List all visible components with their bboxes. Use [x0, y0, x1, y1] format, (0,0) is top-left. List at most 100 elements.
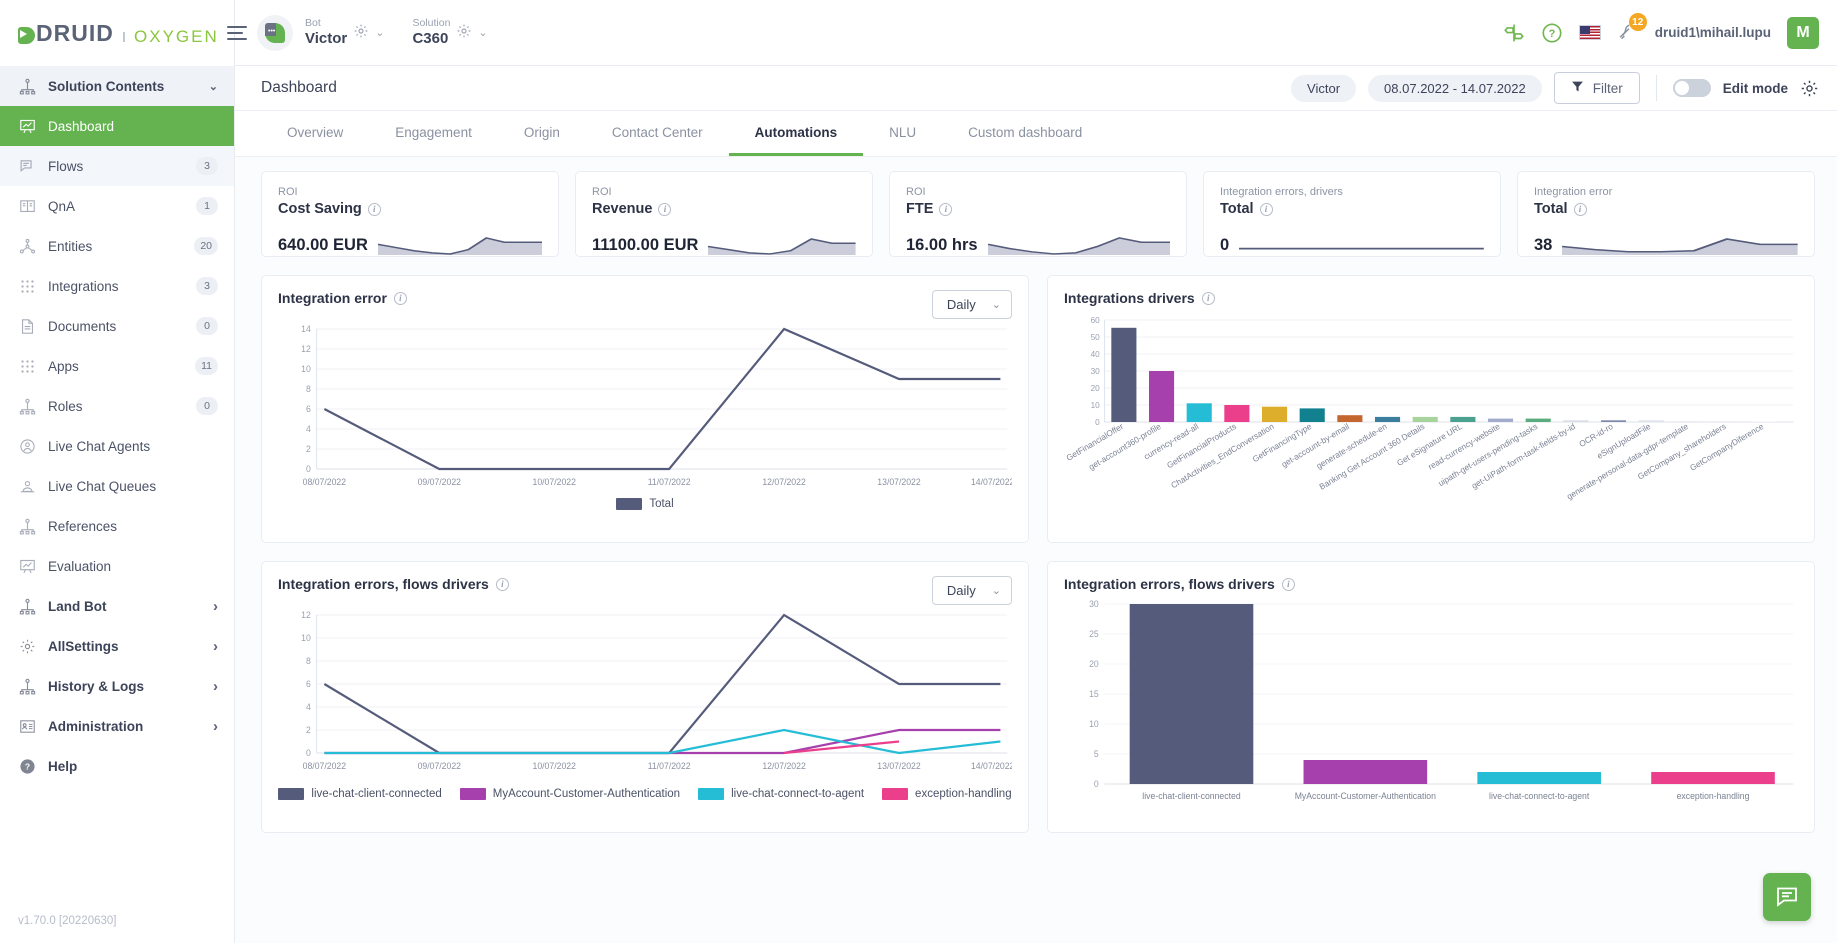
help-circle-icon[interactable]: ?: [1541, 22, 1563, 44]
sidebar-item-live-chat-queues[interactable]: Live Chat Queues: [0, 466, 234, 506]
tab-overview[interactable]: Overview: [261, 111, 369, 156]
chat-launcher-button[interactable]: [1763, 873, 1811, 921]
legend-item[interactable]: live-chat-client-connected: [278, 788, 442, 800]
sidebar-item-integrations[interactable]: Integrations 3: [0, 266, 234, 306]
sidebar-item-entities[interactable]: Entities 20: [0, 226, 234, 266]
sidebar-item-label: Roles: [48, 398, 83, 414]
kpi-card-fte[interactable]: ROI FTE i 16.00 hrs: [889, 171, 1187, 257]
info-icon[interactable]: i: [393, 291, 407, 305]
sidebar-item-land-bot[interactable]: Land Bot ›: [0, 586, 234, 626]
tab-automations[interactable]: Automations: [728, 111, 864, 156]
chevron-right-icon[interactable]: ›: [213, 718, 218, 735]
chevron-right-icon[interactable]: ›: [213, 638, 218, 655]
kpi-card-integration-errors-drivers[interactable]: Integration errors, drivers Total i 0: [1203, 171, 1501, 257]
svg-text:13/07/2022: 13/07/2022: [877, 477, 920, 487]
brand-name: DRUID: [18, 20, 114, 47]
chevron-down-icon[interactable]: ⌄: [375, 26, 384, 39]
gear-icon[interactable]: [353, 23, 369, 43]
sidebar-item-live-chat-agents[interactable]: Live Chat Agents: [0, 426, 234, 466]
avatar[interactable]: M: [1787, 16, 1819, 49]
us-flag-icon[interactable]: [1578, 25, 1601, 40]
sidebar-item-label: Apps: [48, 358, 79, 374]
signpost-icon[interactable]: [1503, 22, 1525, 44]
info-icon[interactable]: i: [939, 202, 953, 216]
kpi-card-revenue[interactable]: ROI Revenue i 11100.00 EUR: [575, 171, 873, 257]
info-icon[interactable]: i: [658, 202, 672, 216]
edit-mode-toggle[interactable]: [1672, 79, 1711, 97]
tab-custom-dashboard[interactable]: Custom dashboard: [942, 111, 1108, 156]
sitemap-icon: [18, 597, 36, 615]
sidebar-item-documents[interactable]: Documents 0: [0, 306, 234, 346]
brand-logo[interactable]: DRUID I OXYGEN: [18, 20, 219, 47]
svg-text:live-chat-client-connected: live-chat-client-connected: [1142, 791, 1240, 801]
tab-contact-center[interactable]: Contact Center: [586, 111, 729, 156]
gear-icon[interactable]: [1800, 79, 1819, 98]
kpi-card-cost-saving[interactable]: ROI Cost Saving i 640.00 EUR: [261, 171, 559, 257]
legend-label: Total: [649, 498, 674, 510]
granularity-dropdown[interactable]: Daily ⌄: [931, 576, 1012, 605]
filter-button[interactable]: Filter: [1553, 72, 1640, 104]
kpi-name: Total: [1220, 201, 1254, 217]
legend-label: live-chat-connect-to-agent: [731, 788, 865, 800]
book-icon: [18, 197, 36, 215]
info-icon[interactable]: i: [367, 202, 381, 216]
sidebar-item-solution-contents[interactable]: Solution Contents ⌄: [0, 66, 234, 106]
sitemap-icon: [18, 397, 36, 415]
legend-item[interactable]: Total: [616, 498, 674, 510]
gear-icon[interactable]: [456, 23, 472, 43]
solution-selector[interactable]: Solution C360 ⌄: [412, 17, 487, 49]
sitemap-icon: [18, 517, 36, 535]
sidebar-item-label: Entities: [48, 238, 93, 254]
flows-drivers-legend: live-chat-client-connected MyAccount-Cus…: [278, 788, 1012, 800]
svg-text:40: 40: [1091, 349, 1100, 359]
info-icon[interactable]: i: [1201, 291, 1215, 305]
sidebar-item-allsettings[interactable]: AllSettings ›: [0, 626, 234, 666]
kpi-card-integration-error-total[interactable]: Integration error Total i 38: [1517, 171, 1815, 257]
sidebar-item-flows[interactable]: Flows 3: [0, 146, 234, 186]
sidebar-item-references[interactable]: References: [0, 506, 234, 546]
legend-item[interactable]: exception-handling: [882, 788, 1012, 800]
username-label[interactable]: druid1\mihail.lupu: [1655, 25, 1771, 40]
sidebar-item-history-logs[interactable]: History & Logs ›: [0, 666, 234, 706]
bot-filter-pill[interactable]: Victor: [1291, 74, 1357, 102]
tab-engagement[interactable]: Engagement: [369, 111, 498, 156]
info-icon[interactable]: i: [495, 577, 509, 591]
sidebar-item-apps[interactable]: Apps 11: [0, 346, 234, 386]
legend-swatch: [459, 788, 486, 800]
sidebar-badge: 0: [196, 397, 218, 415]
sidebar-item-help[interactable]: ? Help: [0, 746, 234, 786]
info-icon[interactable]: i: [1573, 202, 1587, 216]
chevron-down-icon[interactable]: ⌄: [478, 26, 487, 39]
svg-text:09/07/2022: 09/07/2022: [418, 761, 461, 771]
kpi-category: Integration error: [1534, 186, 1613, 198]
info-icon[interactable]: i: [1259, 202, 1273, 216]
legend-item[interactable]: live-chat-connect-to-agent: [698, 788, 864, 800]
top-bar-actions: ? 12 druid1\mihail.lupu M: [1503, 13, 1819, 49]
bot-selector[interactable]: Bot Victor ⌄: [305, 17, 384, 49]
svg-text:14/07/2022: 14/07/2022: [971, 477, 1012, 487]
svg-text:12/07/2022: 12/07/2022: [762, 477, 805, 487]
sidebar-item-administration[interactable]: Administration ›: [0, 706, 234, 746]
chevron-right-icon[interactable]: ›: [213, 598, 218, 615]
chevron-down-icon[interactable]: ⌄: [209, 80, 218, 93]
legend-item[interactable]: MyAccount-Customer-Authentication: [459, 788, 680, 800]
sidebar-badge: 1: [196, 197, 218, 215]
chevron-right-icon[interactable]: ›: [213, 678, 218, 695]
brand-name-text: DRUID: [36, 19, 114, 46]
menu-toggle-button[interactable]: [226, 26, 247, 40]
tab-nlu[interactable]: NLU: [863, 111, 942, 156]
sidebar-item-qna[interactable]: QnA 1: [0, 186, 234, 226]
sidebar-item-evaluation[interactable]: Evaluation: [0, 546, 234, 586]
bell-icon[interactable]: 12: [1617, 13, 1647, 45]
panel-flows-drivers-line: Integration errors, flows drivers i Dail…: [261, 561, 1029, 833]
sidebar-item-label: Evaluation: [48, 558, 112, 574]
sidebar-item-roles[interactable]: Roles 0: [0, 386, 234, 426]
brand-separator: I: [121, 28, 127, 46]
granularity-dropdown[interactable]: Daily ⌄: [931, 290, 1012, 319]
date-range-picker[interactable]: 08.07.2022 - 14.07.2022: [1368, 74, 1542, 102]
tab-origin[interactable]: Origin: [498, 111, 586, 156]
sidebar-item-dashboard[interactable]: Dashboard: [0, 106, 234, 146]
info-icon[interactable]: i: [1281, 577, 1295, 591]
kpi-category: Integration errors, drivers: [1220, 186, 1343, 198]
kpi-category: ROI: [592, 186, 612, 198]
